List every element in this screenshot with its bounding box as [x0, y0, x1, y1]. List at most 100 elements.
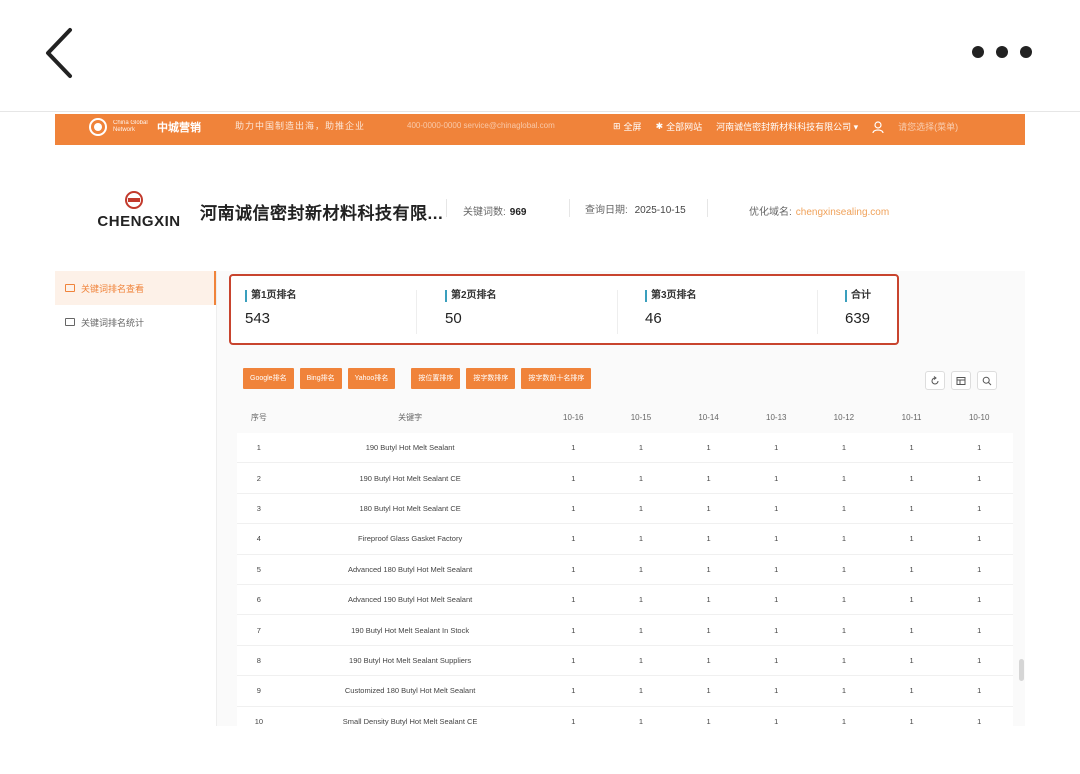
- google-ranking-button[interactable]: Google排名: [243, 368, 294, 389]
- brand[interactable]: China Global Network 中城营销: [89, 118, 201, 136]
- sidebar-item-keyword-ranking-stats[interactable]: 关键词排名统计: [55, 305, 216, 339]
- company-info-bar: CHENGXIN 河南诚信密封新材料科技有限... 关键词数: 969 查询日期:…: [55, 145, 1025, 271]
- rank-cell: 1: [909, 564, 914, 574]
- rank-cell: 1: [706, 595, 711, 605]
- table-row[interactable]: 3 180 Butyl Hot Melt Sealant CE 1 1 1 1 1 1 1: [237, 493, 1013, 525]
- divider: [617, 290, 618, 334]
- keyword-cell: Advanced 180 Butyl Hot Melt Sealant: [347, 564, 473, 574]
- column-header[interactable]: 10-10: [945, 413, 1013, 422]
- rank-cell: 1: [977, 625, 982, 635]
- sort-by-length-button[interactable]: 按字数排序: [466, 368, 516, 389]
- search-button[interactable]: [977, 371, 997, 390]
- table-row[interactable]: 7 190 Butyl Hot Melt Sealant In Stock 1 1 1 1…: [237, 615, 1013, 646]
- optimized-domain: 优化域名: chengxinsealing.com: [749, 203, 889, 218]
- row-number: 1: [256, 443, 261, 453]
- rank-cell: 1: [774, 534, 779, 544]
- table-row[interactable]: 6 Advanced 190 Butyl Hot Melt Sealant 1 1 1 1…: [237, 584, 1013, 616]
- divider: [569, 199, 570, 217]
- table-row[interactable]: 1 190 Butyl Hot Melt Sealant 1 1 1 1 1 1 1: [237, 433, 1013, 464]
- columns-button[interactable]: [951, 371, 971, 390]
- back-arrow-icon[interactable]: [40, 26, 80, 80]
- brand-name: 中城营销: [157, 122, 201, 134]
- rank-cell: 1: [909, 716, 914, 726]
- column-header[interactable]: 10-13: [742, 413, 810, 422]
- table-row[interactable]: 10 Small Density Butyl Hot Melt Sealant C…: [237, 706, 1013, 726]
- rank-cell: 1: [774, 564, 779, 574]
- optimized-domain-label: 优化域名:: [749, 207, 792, 218]
- column-header[interactable]: 序号: [237, 412, 281, 423]
- summary-label: 合计: [845, 290, 871, 302]
- brand-logo-icon: [89, 118, 107, 136]
- summary-label: 第3页排名: [645, 290, 697, 302]
- rank-cell: 1: [571, 473, 576, 483]
- rank-cell: 1: [571, 503, 576, 513]
- scrollbar[interactable]: [1019, 659, 1024, 681]
- company-dropdown-label: 河南诚信密封新材料科技有限公司 ▾: [716, 122, 859, 132]
- rank-cell: 1: [841, 686, 846, 696]
- rank-cell: 1: [841, 534, 846, 544]
- brand-english: China Global Network: [113, 120, 148, 133]
- more-options-icon[interactable]: [972, 38, 1032, 66]
- rank-cell: 1: [774, 625, 779, 635]
- sidebar-item-label: 关键词排名统计: [81, 317, 145, 328]
- rank-cell: 1: [706, 503, 711, 513]
- rank-cell: 1: [706, 686, 711, 696]
- sort-top-ten-button[interactable]: 按字数前十名排序: [521, 368, 592, 389]
- rank-cell: 1: [706, 564, 711, 574]
- company-logo-mark-icon: [125, 191, 143, 209]
- keyword-count-label: 关键词数:: [463, 207, 506, 218]
- rank-cell: 1: [571, 686, 576, 696]
- sidebar-item-keyword-ranking-view[interactable]: 关键词排名查看: [55, 271, 216, 305]
- ranking-summary-panel: 第1页排名 543 第2页排名 50 第3页排名 46 合计 639: [229, 274, 899, 345]
- table-row[interactable]: 4 Fireproof Glass Gasket Factory 1 1 1 1 1 1 1: [237, 524, 1013, 555]
- query-date-value: 2025-10-15: [634, 205, 686, 216]
- rank-cell: 1: [841, 655, 846, 665]
- company-dropdown[interactable]: 河南诚信密封新材料科技有限公司 ▾: [716, 120, 858, 133]
- yahoo-ranking-button[interactable]: Yahoo排名: [347, 368, 396, 389]
- sort-by-position-button[interactable]: 按位置排序: [411, 368, 461, 389]
- rank-cell: 1: [841, 625, 846, 635]
- table-row[interactable]: 8 190 Butyl Hot Melt Sealant Suppliers 1 1 1…: [237, 645, 1013, 677]
- row-number: 2: [256, 473, 261, 483]
- bing-ranking-button[interactable]: Bing排名: [299, 368, 342, 389]
- table-row[interactable]: 2 190 Butyl Hot Melt Sealant CE 1 1 1 1 1 1 1: [237, 463, 1013, 494]
- star-icon: ✱: [655, 121, 664, 131]
- rank-cell: 1: [638, 625, 644, 635]
- column-header[interactable]: 10-11: [878, 413, 946, 422]
- summary-page-1: 第1页排名 543: [245, 290, 297, 327]
- rank-cell: 1: [977, 503, 982, 513]
- screenshot-content: China Global Network 中城营销 助力中国制造出海，助推企业 …: [55, 114, 1025, 726]
- rank-cell: 1: [909, 686, 914, 696]
- summary-total: 合计 639: [845, 290, 871, 327]
- rank-cell: 1: [977, 534, 982, 544]
- column-header[interactable]: 10-15: [607, 413, 675, 422]
- fullscreen-button[interactable]: ⊞ 全屏: [613, 120, 642, 133]
- rank-cell: 1: [638, 595, 644, 605]
- rank-cell: 1: [571, 443, 576, 453]
- column-header[interactable]: 关键字: [281, 412, 540, 423]
- user-icon[interactable]: [872, 120, 884, 133]
- optimized-domain-link[interactable]: chengxinsealing.com: [796, 207, 889, 218]
- query-date-label: 查询日期:: [585, 205, 628, 216]
- summary-page-2: 第2页排名 50: [445, 290, 497, 327]
- rank-cell: 1: [571, 655, 576, 665]
- column-header[interactable]: 10-16: [539, 413, 607, 422]
- all-sites-button[interactable]: ✱ 全部网站: [656, 120, 703, 133]
- chart-icon: [65, 318, 75, 326]
- table-row[interactable]: 9 Customized 180 Butyl Hot Melt Sealant 1 1…: [237, 676, 1013, 707]
- keyword-count-value: 969: [509, 207, 527, 218]
- rank-cell: 1: [841, 473, 846, 483]
- top-nav-actions: ⊞ 全屏 ✱ 全部网站 河南诚信密封新材料科技有限公司 ▾ 请您选择(菜单): [613, 120, 958, 133]
- table-row[interactable]: 5 Advanced 180 Butyl Hot Melt Sealant 1 1 1 1…: [237, 554, 1013, 585]
- rank-cell: 1: [571, 595, 576, 605]
- column-header[interactable]: 10-14: [675, 413, 743, 422]
- summary-value: 50: [445, 310, 462, 327]
- row-number: 3: [256, 503, 261, 513]
- user-menu-label[interactable]: 请您选择(菜单): [898, 120, 958, 133]
- keyword-cell: 190 Butyl Hot Melt Sealant Suppliers: [349, 655, 472, 665]
- row-number: 7: [256, 625, 261, 635]
- rank-cell: 1: [841, 716, 846, 726]
- rank-cell: 1: [841, 595, 846, 605]
- refresh-button[interactable]: [925, 371, 945, 390]
- column-header[interactable]: 10-12: [810, 413, 878, 422]
